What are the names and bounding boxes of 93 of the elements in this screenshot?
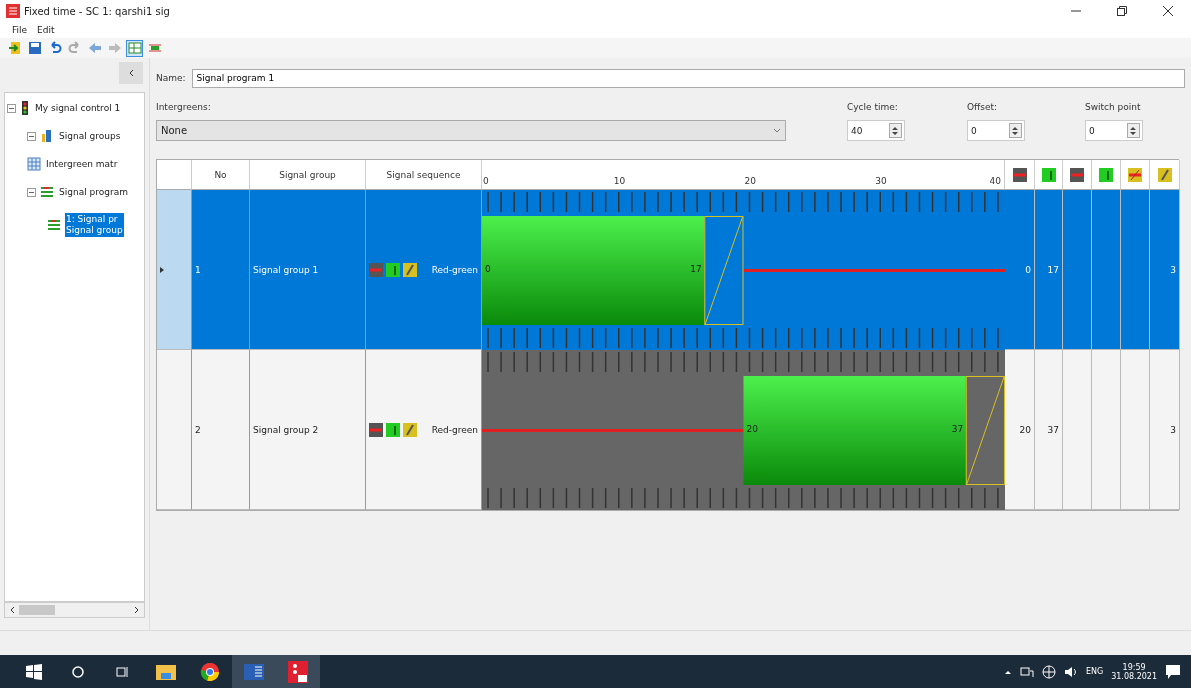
expand-toggle[interactable]: [27, 187, 36, 197]
time-tick-label: 40: [989, 176, 1001, 186]
table-cell: 3: [1170, 424, 1176, 435]
field-label: Cycle time:: [847, 102, 899, 112]
chevron-right-icon: [134, 606, 140, 614]
stop-signal-icon: [369, 262, 383, 277]
stop-signal-icon: [369, 422, 383, 437]
table-cell: Red-green: [431, 424, 478, 435]
field-label: Intergreens:: [156, 102, 212, 112]
signal-program-icon: [47, 218, 61, 232]
traffic-light-icon: [20, 101, 30, 115]
table-cell: Signal group 1: [253, 264, 319, 275]
document-app-icon: [244, 661, 264, 682]
caret-up-icon: [1003, 668, 1012, 675]
signal-app-icon: [288, 660, 308, 683]
time-tick-label: 20: [744, 176, 756, 186]
windows-logo-icon: [26, 663, 42, 680]
scrollbar-thumb[interactable]: [19, 605, 55, 615]
table-cell: 1: [195, 264, 201, 275]
close-icon: [1163, 6, 1173, 16]
clock-time: 19:59: [1122, 662, 1146, 672]
intergreens-dropdown[interactable]: None: [156, 120, 786, 141]
go-signal-icon: [386, 422, 400, 437]
table-cell: 37: [1047, 424, 1059, 435]
chevron-down-icon: [773, 127, 781, 134]
network-icon: [1019, 664, 1034, 679]
field-label: Name:: [156, 73, 186, 83]
tree-item[interactable]: My signal control 1: [34, 101, 122, 115]
go-signal-icon: [1041, 167, 1056, 182]
column-header: Signal sequence: [386, 169, 461, 180]
horizontal-scrollbar[interactable]: [4, 602, 145, 618]
number-spinner[interactable]: 40: [847, 120, 905, 141]
folder-icon: [156, 662, 176, 681]
notification-icon: [1165, 663, 1181, 680]
table-cell: Red-green: [431, 264, 478, 275]
column-header: No: [214, 169, 227, 180]
phase-start-label: 0: [485, 264, 491, 274]
expand-toggle[interactable]: [27, 131, 36, 141]
globe-icon: [1041, 664, 1056, 679]
field-label: Switch point: [1085, 102, 1142, 112]
spin-arrows-icon: [891, 125, 900, 136]
language-indicator[interactable]: ENG: [1085, 667, 1104, 676]
menu-item[interactable]: Edit: [37, 25, 55, 35]
transition-signal-icon: [1157, 167, 1172, 182]
table-cell: 17: [1047, 264, 1059, 275]
stop-signal-icon: [1070, 167, 1084, 182]
name-field[interactable]: Signal program 1: [191, 68, 1185, 88]
expand-toggle[interactable]: [7, 103, 16, 113]
time-tick-label: 0: [483, 176, 489, 186]
signal-group-icon: [40, 129, 54, 143]
transition-signal-icon: [403, 422, 417, 437]
phase-start-label: 20: [746, 424, 758, 434]
task-view-icon: [115, 664, 129, 679]
taskbar-app[interactable]: [232, 655, 276, 688]
table-cell: Signal group 2: [253, 424, 319, 435]
tree-item[interactable]: Signal groups: [58, 129, 122, 143]
stop-signal-icon: [1012, 167, 1027, 182]
prepare-signal-icon: [1128, 167, 1142, 182]
signal-program-icon: [40, 185, 54, 199]
app-logo-icon: [6, 4, 20, 18]
table-cell: 2: [195, 424, 201, 435]
go-signal-icon: [386, 262, 400, 277]
current-row-icon: [160, 266, 164, 273]
tree-item[interactable]: Signal program: [58, 185, 129, 199]
table-cell: 0: [1025, 264, 1031, 275]
transition-signal-icon: [403, 262, 417, 277]
phase-end-label: 37: [951, 424, 964, 434]
search-icon: [71, 664, 85, 679]
matrix-icon: [27, 157, 41, 171]
chevron-left-icon: [128, 69, 134, 77]
go-signal-icon: [1099, 167, 1113, 182]
row-indicator[interactable]: [157, 350, 192, 510]
tree-item[interactable]: 1: Signal pr Signal group: [65, 213, 124, 237]
field-label: Offset:: [967, 102, 999, 112]
clock-date: 31.08.2021: [1111, 671, 1157, 681]
phase-end-label: 17: [690, 264, 702, 274]
speaker-icon: [1063, 664, 1078, 679]
table-cell: 3: [1170, 264, 1176, 275]
window-title: Fixed time - SC 1: qarshi1 sig: [24, 5, 171, 17]
menu-item[interactable]: File: [12, 25, 28, 35]
column-header: Signal group: [279, 169, 336, 180]
number-spinner[interactable]: 0: [1085, 120, 1143, 141]
browser-icon: [200, 661, 220, 682]
number-spinner[interactable]: 0: [967, 120, 1025, 141]
restore-icon: [1117, 6, 1127, 16]
time-tick-label: 10: [613, 176, 626, 186]
table-cell: 20: [1019, 424, 1031, 435]
spin-arrows-icon: [1011, 125, 1020, 136]
time-tick-label: 30: [875, 176, 887, 186]
tree-item[interactable]: Intergreen matr: [45, 157, 119, 171]
spin-arrows-icon: [1129, 125, 1138, 136]
chevron-left-icon: [9, 606, 15, 614]
taskbar-app[interactable]: [276, 655, 320, 688]
